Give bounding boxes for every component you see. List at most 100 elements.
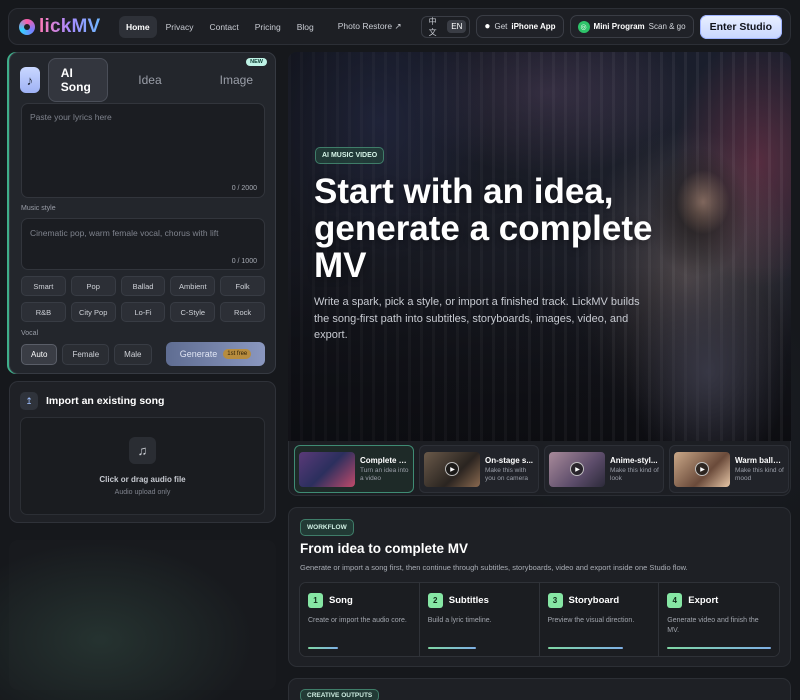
- workflow-title: From idea to complete MV: [300, 541, 469, 556]
- tab-ai-song[interactable]: AI Song: [47, 58, 109, 106]
- apple-icon: ●: [484, 21, 491, 32]
- thumb-title: Complete MV: [360, 455, 409, 465]
- chip-lofi[interactable]: Lo-Fi: [120, 302, 166, 322]
- nav-photo-restore[interactable]: Photo Restore ↗: [331, 15, 409, 38]
- generate-button[interactable]: Generate 1st free: [166, 342, 265, 366]
- import-header: ↥ Import an existing song: [10, 382, 275, 410]
- lang-zh-option[interactable]: 中文: [425, 14, 446, 40]
- thumb-image: ▶: [674, 451, 730, 487]
- enter-studio-button[interactable]: Enter Studio: [699, 14, 782, 39]
- thumb-on-stage[interactable]: ▶ On-stage s... Make this with you on ca…: [419, 445, 539, 493]
- music-style-input[interactable]: Cinematic pop, warm female vocal, chorus…: [21, 218, 265, 270]
- step-storyboard: 3 Storyboard Preview the visual directio…: [539, 583, 660, 656]
- step-number: 3: [547, 593, 563, 608]
- audio-dropzone[interactable]: ♫ Click or drag audio file Audio upload …: [20, 417, 265, 515]
- chip-city-pop[interactable]: City Pop: [70, 302, 116, 322]
- brand-logo[interactable]: lickMV: [19, 16, 108, 38]
- step-progress-bar: [667, 647, 772, 649]
- tab-idea[interactable]: Idea: [126, 66, 173, 94]
- step-description: Build a lyric timeline.: [427, 617, 492, 624]
- thumb-image: ▶: [424, 451, 480, 487]
- chip-smart[interactable]: Smart: [21, 276, 66, 296]
- iphone-app-button[interactable]: ● Get iPhone App: [476, 15, 564, 38]
- vocal-options: Auto Female Male Generate 1st free: [21, 342, 265, 366]
- vocal-auto-button[interactable]: Auto: [21, 343, 58, 365]
- hero-banner: AI MUSIC VIDEO Start with an idea, gener…: [288, 52, 791, 441]
- thumb-subtitle: Make this kind of mood: [735, 466, 784, 482]
- music-file-icon: ♫: [129, 436, 156, 464]
- dropzone-title: Click or drag audio file: [99, 474, 186, 484]
- vocal-female-button[interactable]: Female: [62, 343, 110, 365]
- step-progress-bar: [427, 647, 476, 649]
- iphone-prefix: Get: [494, 22, 508, 31]
- thumb-anime-style[interactable]: ▶ Anime-styl... Make this kind of look: [544, 445, 664, 493]
- wechat-icon: ◎: [577, 20, 590, 33]
- chip-ambient[interactable]: Ambient: [170, 276, 216, 296]
- tab-image-label: Image: [219, 73, 253, 87]
- step-title: Export: [688, 595, 719, 606]
- music-note-icon[interactable]: ♪: [20, 67, 40, 93]
- hero-badge: AI MUSIC VIDEO: [315, 147, 385, 164]
- example-thumbnail-strip: Complete MV Turn an idea into a video ▶ …: [288, 441, 791, 496]
- thumb-title: Anime-styl...: [610, 455, 658, 465]
- workflow-description: Generate or import a song first, then co…: [300, 563, 688, 572]
- nav-contact[interactable]: Contact: [202, 16, 245, 38]
- lyrics-counter: 0 / 2000: [231, 185, 257, 192]
- play-icon: ▶: [695, 462, 709, 476]
- step-title: Song: [329, 595, 353, 606]
- chip-rnb[interactable]: R&B: [21, 302, 66, 322]
- new-badge: NEW: [246, 58, 267, 66]
- thumb-warm-ballad[interactable]: ▶ Warm balla... Make this kind of mood: [669, 445, 789, 493]
- lang-en-option[interactable]: EN: [447, 20, 467, 33]
- lyrics-textarea[interactable]: Paste your lyrics here: [21, 103, 265, 198]
- nav-blog[interactable]: Blog: [290, 16, 321, 38]
- nav-home[interactable]: Home: [118, 15, 157, 38]
- chip-folk[interactable]: Folk: [220, 276, 265, 296]
- music-style-placeholder: Cinematic pop, warm female vocal, chorus…: [30, 228, 219, 238]
- thumb-subtitle: Make this with you on camera: [485, 466, 528, 482]
- main-nav: Home Privacy Contact Pricing Blog Photo …: [118, 15, 409, 38]
- chip-rock[interactable]: Rock: [220, 302, 265, 322]
- step-progress-bar: [308, 647, 338, 649]
- generate-label: Generate: [179, 349, 218, 359]
- style-counter: 0 / 1000: [231, 258, 257, 265]
- thumb-complete-mv[interactable]: Complete MV Turn an idea into a video: [294, 445, 414, 493]
- language-switcher: 中文 EN: [420, 14, 471, 40]
- creative-outputs-badge: CREATIVE OUTPUTS: [300, 689, 380, 700]
- thumb-title: On-stage s...: [485, 455, 534, 465]
- step-song: 1 Song Create or import the audio core.: [300, 583, 420, 656]
- composer-tabs: ♪ AI Song Idea Image NEW: [10, 53, 275, 106]
- mini-program-suffix: Scan & go: [648, 22, 686, 31]
- step-progress-bar: [547, 647, 623, 649]
- nav-pricing[interactable]: Pricing: [248, 16, 288, 38]
- left-lower-panel: [9, 540, 276, 690]
- brand-name: lickMV: [39, 15, 101, 37]
- dropzone-subtitle: Audio upload only: [114, 488, 171, 496]
- workflow-steps: 1 Song Create or import the audio core. …: [299, 582, 780, 657]
- step-description: Preview the visual direction.: [547, 617, 635, 624]
- import-song-card: ↥ Import an existing song ♫ Click or dra…: [9, 381, 276, 523]
- iphone-label: iPhone App: [511, 22, 556, 31]
- thumb-image: [299, 451, 355, 487]
- tab-image[interactable]: Image NEW: [208, 58, 267, 94]
- step-number: 4: [667, 593, 683, 608]
- vocal-male-button[interactable]: Male: [114, 343, 152, 365]
- chip-pop[interactable]: Pop: [70, 276, 116, 296]
- nav-privacy[interactable]: Privacy: [159, 16, 201, 38]
- mini-program-button[interactable]: ◎ Mini Program Scan & go: [569, 15, 694, 38]
- hero-description: Write a spark, pick a style, or import a…: [314, 296, 640, 341]
- first-free-tag: 1st free: [223, 349, 252, 359]
- step-description: Create or import the audio core.: [308, 617, 407, 624]
- workflow-section: WORKFLOW From idea to complete MV Genera…: [288, 507, 791, 667]
- play-icon: ▶: [445, 462, 459, 476]
- style-chips: Smart Pop Ballad Ambient Folk R&B City P…: [21, 276, 265, 322]
- mini-program-label: Mini Program: [593, 22, 645, 31]
- thumb-title: Warm balla...: [735, 455, 784, 465]
- chip-c-style[interactable]: C-Style: [170, 302, 216, 322]
- step-number: 2: [427, 593, 443, 608]
- play-icon: ▶: [570, 462, 584, 476]
- chip-ballad[interactable]: Ballad: [120, 276, 166, 296]
- thumb-subtitle: Turn an idea into a video: [360, 466, 409, 482]
- logo-icon: [19, 18, 35, 35]
- import-title: Import an existing song: [46, 395, 165, 407]
